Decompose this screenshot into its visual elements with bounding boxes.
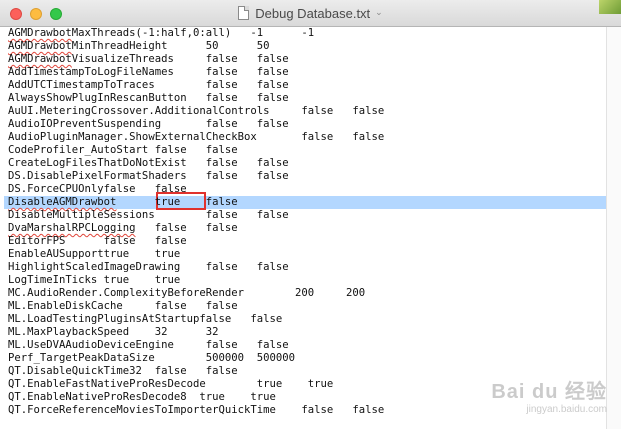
vertical-scrollbar[interactable] <box>606 27 621 429</box>
text-line[interactable]: DvaMarshalRPCLogging false false <box>8 222 238 235</box>
text-line[interactable]: LogTimeInTicks true true <box>8 274 180 287</box>
text-line[interactable]: EditorFPS false false <box>8 235 187 248</box>
text-line[interactable]: HighlightScaledImageDrawing false false <box>8 261 289 274</box>
text-editor[interactable]: AGMDrawbotMaxThreads(-1:half,0:all) -1 -… <box>0 27 606 429</box>
text-line[interactable]: DS.ForceCPUOnlyfalse false <box>8 183 187 196</box>
misspelled-word: DvaMarshalRPCLogging <box>8 222 136 234</box>
text-line[interactable]: Perf_TargetPeakDataSize 500000 500000 <box>8 352 295 365</box>
text-line[interactable]: ML.UseDVAAudioDeviceEngine false false <box>8 339 289 352</box>
watermark-brand: Bai du 经验 <box>491 381 607 403</box>
chevron-down-icon[interactable]: ⌄ <box>375 8 383 18</box>
text-line[interactable]: ML.LoadTestingPluginsAtStartupfalse fals… <box>8 313 282 326</box>
misspelled-word: AGMDrawbot <box>8 40 72 52</box>
window-title-area: Debug Database.txt ⌄ <box>0 0 621 26</box>
text-line[interactable]: QT.ForceReferenceMoviesToImporterQuickTi… <box>8 404 384 417</box>
text-line[interactable]: QT.EnableFastNativeProResDecode true tru… <box>8 378 333 391</box>
text-line[interactable]: AudioPluginManager.ShowExternalCheckBox … <box>8 131 384 144</box>
text-line[interactable]: EnableAUSupporttrue true <box>8 248 180 261</box>
misspelled-word: AGMDrawbot <box>8 53 72 65</box>
text-line[interactable]: AuUI.MeteringCrossover.AdditionalControl… <box>8 105 384 118</box>
text-line[interactable]: CodeProfiler_AutoStart false false <box>8 144 238 157</box>
text-line[interactable]: AddTimestampToLogFileNames false false <box>8 66 289 79</box>
text-line[interactable]: ML.MaxPlaybackSpeed 32 32 <box>8 326 218 339</box>
window-title: Debug Database.txt <box>255 5 371 21</box>
text-line[interactable]: DS.DisablePixelFormatShaders false false <box>8 170 289 183</box>
text-line[interactable]: AlwaysShowPlugInRescanButton false false <box>8 92 289 105</box>
text-line[interactable]: QT.DisableQuickTime32 false false <box>8 365 238 378</box>
text-line[interactable]: ML.EnableDiskCache false false <box>8 300 238 313</box>
text-line[interactable]: DisableMultipleSessions false false <box>8 209 289 222</box>
desktop-background-corner <box>599 0 621 14</box>
text-line[interactable]: AGMDrawbotMaxThreads(-1:half,0:all) -1 -… <box>8 27 314 40</box>
text-line[interactable]: AGMDrawbotVisualizeThreads false false <box>8 53 289 66</box>
misspelled-word: AGMDrawbot <box>8 27 72 39</box>
text-line[interactable]: DisableAGMDrawbot true false <box>8 196 238 209</box>
text-line[interactable]: AGMDrawbotMinThreadHeight 50 50 <box>8 40 270 53</box>
text-line[interactable]: AudioIOPreventSuspending false false <box>8 118 289 131</box>
text-line[interactable]: CreateLogFilesThatDoNotExist false false <box>8 157 289 170</box>
window-titlebar[interactable]: Debug Database.txt ⌄ <box>0 0 621 27</box>
watermark-url: jingyan.baidu.com <box>526 404 607 415</box>
text-document-icon <box>238 6 250 20</box>
baidu-watermark: Bai du 经验 jingyan.baidu.com <box>491 375 607 415</box>
misspelled-word: DisableAGMDrawbot <box>8 196 117 208</box>
text-line[interactable]: QT.EnableNativeProResDecode8 true true <box>8 391 276 404</box>
text-line[interactable]: AddUTCTimestampToTraces false false <box>8 79 289 92</box>
text-line[interactable]: MC.AudioRender.ComplexityBeforeRender 20… <box>8 287 365 300</box>
